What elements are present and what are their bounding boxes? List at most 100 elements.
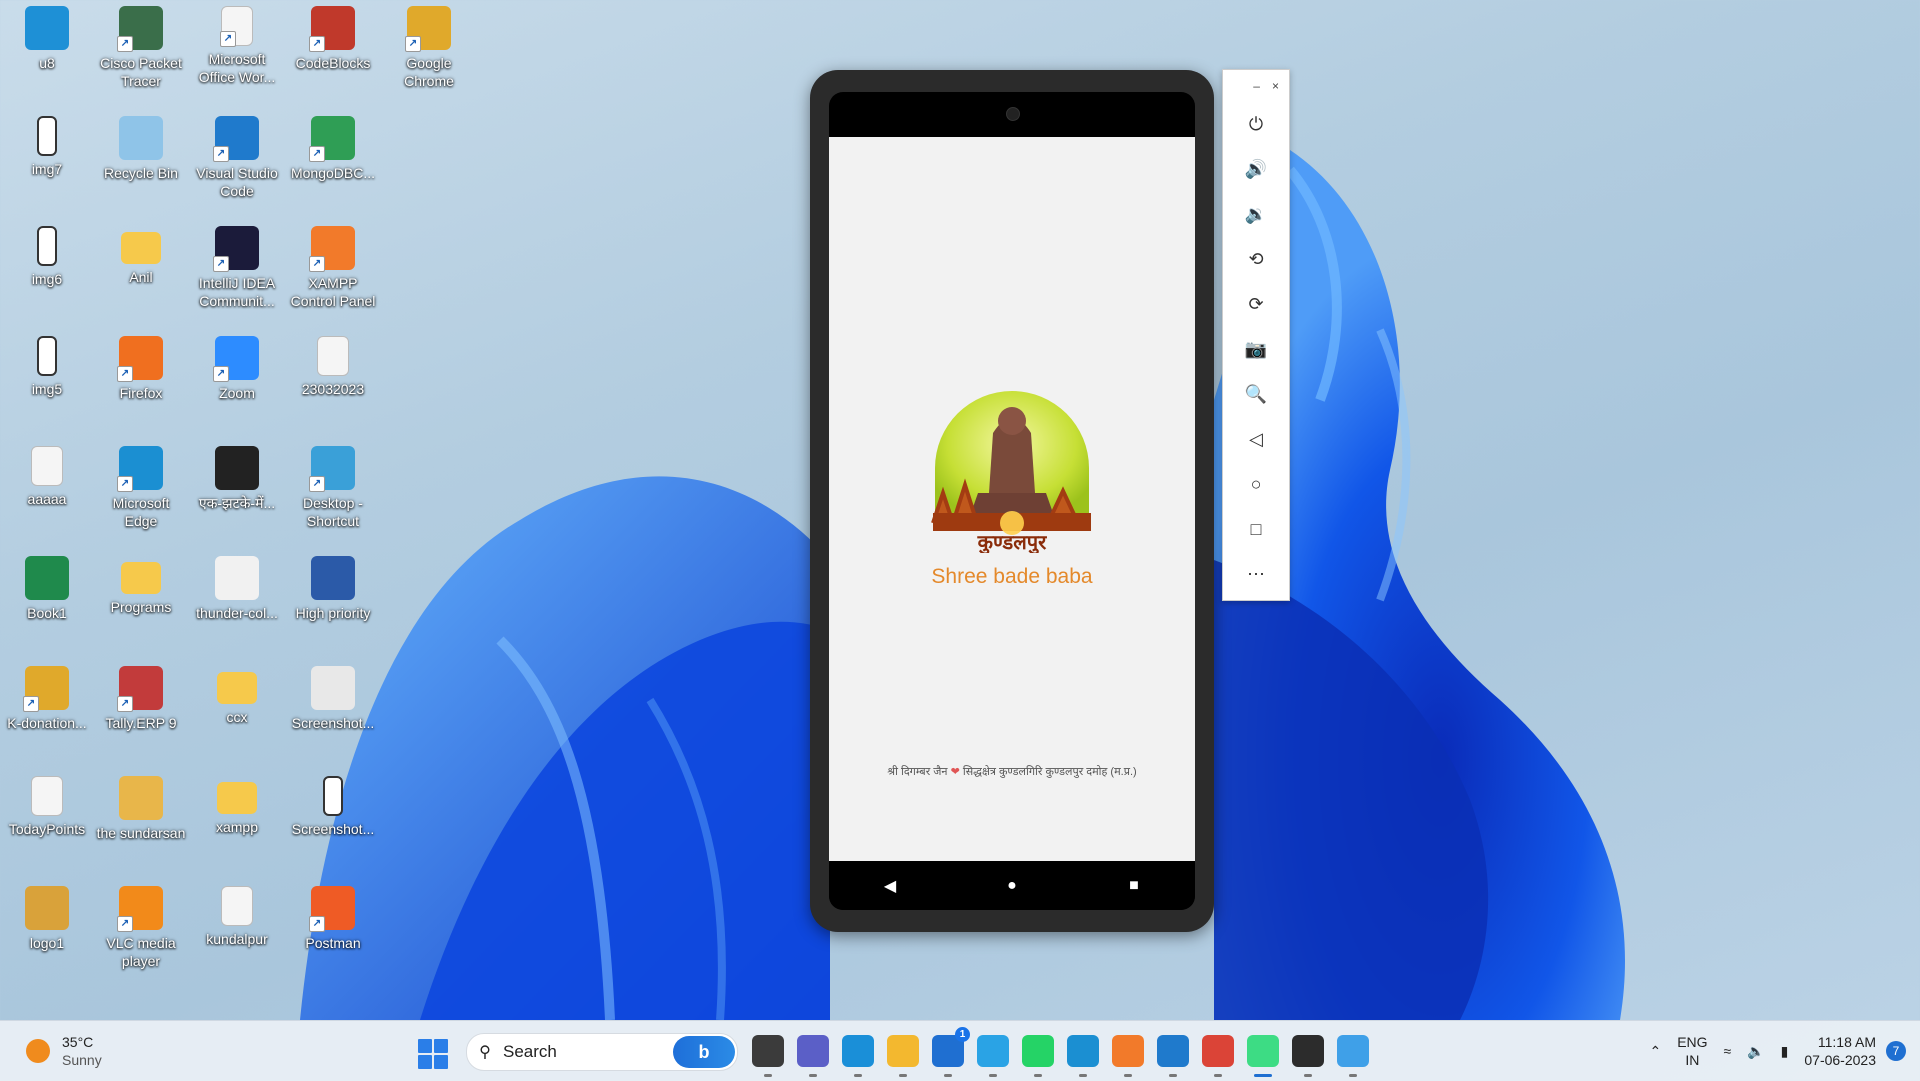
shortcut-arrow-icon: ↗: [117, 696, 133, 712]
clock[interactable]: 11:18 AM 07-06-2023: [1796, 1033, 1886, 1069]
more-icon[interactable]: ⋯: [1223, 552, 1289, 597]
power-icon[interactable]: ⏻: [1223, 102, 1289, 147]
desktop-icon[interactable]: xampp: [190, 776, 284, 836]
running-indicator: [809, 1074, 817, 1077]
desktop-icon[interactable]: ↗ Desktop - Shortcut: [286, 446, 380, 530]
weather-widget[interactable]: 35°C Sunny: [26, 1033, 102, 1069]
desktop-icon[interactable]: Anil: [94, 226, 188, 286]
rotate-right-icon[interactable]: ⟳: [1223, 282, 1289, 327]
desktop-icon[interactable]: Screenshot...: [286, 776, 380, 838]
volume-down-icon[interactable]: 🔉: [1223, 192, 1289, 237]
running-indicator: [1304, 1074, 1312, 1077]
weather-temp: 35°C: [62, 1034, 94, 1050]
front-camera: [1006, 107, 1020, 121]
home-icon[interactable]: ●: [992, 871, 1032, 901]
camera-icon[interactable]: 📷: [1223, 327, 1289, 372]
desktop-icon[interactable]: img7: [0, 116, 94, 178]
edge-icon[interactable]: [1067, 1035, 1099, 1077]
microsoft-store-icon[interactable]: 1: [932, 1027, 970, 1077]
kundalpur-logo: कुण्डलपुर: [931, 391, 1091, 553]
running-indicator: [1124, 1074, 1132, 1077]
desktop-icon[interactable]: ↗ Microsoft Office Wor...: [190, 6, 284, 86]
desktop-icon[interactable]: Screenshot...: [286, 666, 380, 732]
close-button[interactable]: ×: [1272, 79, 1279, 93]
chrome-icon: ↗: [23, 666, 69, 712]
whatsapp-icon[interactable]: [1022, 1035, 1054, 1077]
desktop-icon-label: Anil: [129, 269, 153, 285]
desktop-icon-label: img7: [31, 161, 63, 177]
desktop-icon[interactable]: ↗ IntelliJ IDEA Communit...: [190, 226, 284, 310]
language-indicator[interactable]: ENG IN: [1669, 1033, 1715, 1069]
screenshot-icon: [311, 666, 355, 710]
desktop-icon-label: Visual Studio Code: [196, 165, 278, 199]
vscode-icon[interactable]: [1157, 1035, 1189, 1077]
desktop-icon[interactable]: Recycle Bin: [94, 116, 188, 182]
wifi-icon[interactable]: ≈: [1716, 1043, 1740, 1059]
desktop-icon[interactable]: ↗ Visual Studio Code: [190, 116, 284, 200]
desktop-icon[interactable]: aaaaa: [0, 446, 94, 508]
desktop-icon[interactable]: ↗ CodeBlocks: [286, 6, 380, 72]
desktop-icon[interactable]: ↗ Postman: [286, 886, 380, 952]
app-screen[interactable]: कुण्डलपुर Shree bade baba श्री दिगम्बर ज…: [829, 137, 1195, 861]
desktop-icon[interactable]: ↗ VLC media player: [94, 886, 188, 970]
file-explorer-icon[interactable]: [887, 1035, 919, 1077]
desktop-icon[interactable]: the sundarsan: [94, 776, 188, 842]
desktop-icon[interactable]: Programs: [94, 556, 188, 616]
desktop-icon-label: Firefox: [119, 385, 163, 401]
desktop-icon[interactable]: ↗ XAMPP Control Panel: [286, 226, 380, 310]
back-icon[interactable]: ◁: [1223, 417, 1289, 462]
desktop-icon[interactable]: 23032023: [286, 336, 380, 398]
rotate-left-icon[interactable]: ⟲: [1223, 237, 1289, 282]
desktop-icon[interactable]: ↗ Zoom: [190, 336, 284, 402]
desktop-icon[interactable]: ↗ Firefox: [94, 336, 188, 402]
desktop-icon[interactable]: ↗ Tally.ERP 9: [94, 666, 188, 732]
get-help-icon[interactable]: [842, 1035, 874, 1077]
desktop-icon[interactable]: img5: [0, 336, 94, 398]
chrome-icon[interactable]: [1202, 1035, 1234, 1077]
logo-caption: कुण्डलपुर: [977, 530, 1047, 553]
desktop-icon[interactable]: kundalpur: [190, 886, 284, 948]
teams-chat-icon[interactable]: [797, 1035, 829, 1077]
chevron-up-icon[interactable]: ⌃: [1641, 1043, 1669, 1060]
desktop-icon[interactable]: thunder-col...: [190, 556, 284, 622]
desktop-icon[interactable]: TodayPoints: [0, 776, 94, 838]
desktop-icon[interactable]: Book1: [0, 556, 94, 622]
terminal-icon[interactable]: [1292, 1035, 1324, 1077]
desktop-icon[interactable]: logo1: [0, 886, 94, 952]
desktop-icon[interactable]: ↗ K-donation...: [0, 666, 94, 732]
running-indicator: [1214, 1074, 1222, 1077]
desktop-icon[interactable]: u8: [0, 6, 94, 72]
windows-start-icon[interactable]: [418, 1039, 448, 1069]
home-icon[interactable]: ○: [1223, 462, 1289, 507]
xampp-icon[interactable]: [1112, 1035, 1144, 1077]
desktop-icon-label: High priority: [295, 605, 371, 621]
desktop-icon-label: aaaaa: [27, 491, 67, 507]
bing-icon[interactable]: b: [673, 1036, 735, 1068]
desktop-icon-label: TodayPoints: [8, 821, 86, 837]
desktop-icon[interactable]: ↗ Cisco Packet Tracer: [94, 6, 188, 90]
desktop-icon[interactable]: img6: [0, 226, 94, 288]
battery-icon[interactable]: ▮: [1773, 1043, 1797, 1060]
desktop-icon[interactable]: ↗ MongoDBC...: [286, 116, 380, 182]
desktop-icon[interactable]: ↗ Microsoft Edge: [94, 446, 188, 530]
desktop-icon[interactable]: High priority: [286, 556, 380, 622]
desktop-icon[interactable]: ccx: [190, 666, 284, 726]
shortcut-arrow-icon: ↗: [309, 476, 325, 492]
paint-icon[interactable]: [1337, 1035, 1369, 1077]
overview-icon[interactable]: □: [1223, 507, 1289, 552]
taskbar: 35°C Sunny ⚲ Search b 1 ⌃ ENG IN ≈ 🔈 ▮ 1…: [0, 1020, 1920, 1081]
taskbar-search[interactable]: ⚲ Search b: [466, 1033, 738, 1071]
minimize-button[interactable]: –: [1253, 79, 1260, 93]
android-studio-icon[interactable]: [1247, 1035, 1279, 1077]
zoom-icon[interactable]: 🔍: [1223, 372, 1289, 417]
notification-badge[interactable]: 7: [1886, 1041, 1906, 1061]
desktop-icon-label: 23032023: [301, 381, 365, 397]
volume-up-icon[interactable]: 🔊: [1223, 147, 1289, 192]
desktop-icon[interactable]: एक-झटके-में...: [190, 446, 284, 512]
myjio-icon[interactable]: [977, 1035, 1009, 1077]
task-view-icon[interactable]: [752, 1035, 784, 1077]
desktop-icon[interactable]: ↗ Google Chrome: [382, 6, 476, 90]
back-icon[interactable]: ◀: [870, 871, 910, 901]
speaker-icon[interactable]: 🔈: [1739, 1043, 1772, 1060]
recents-icon[interactable]: ■: [1114, 871, 1154, 901]
